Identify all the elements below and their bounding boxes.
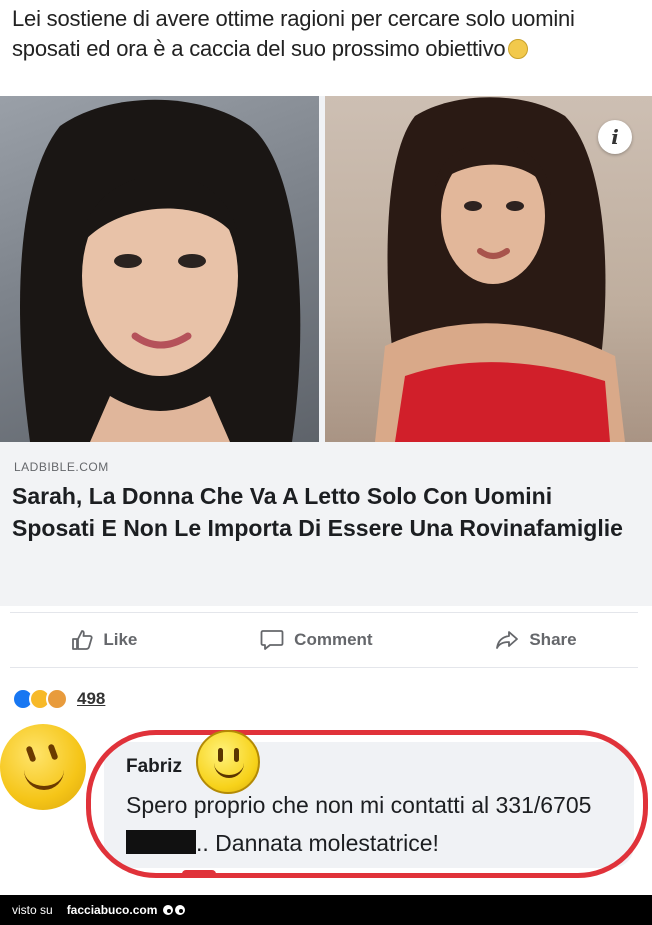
comment-text-before: Spero proprio che non mi contatti al 331… [126, 792, 592, 818]
avatar-eye-right [47, 743, 59, 761]
comment-button[interactable]: Comment [260, 629, 373, 651]
commenter-avatar[interactable] [0, 724, 86, 810]
comment-text: Spero proprio che non mi contatti al 331… [126, 786, 626, 862]
link-preview-images: i [0, 96, 652, 442]
post-text: Lei sostiene di avere ottime ragioni per… [12, 4, 642, 64]
eye-left-icon [163, 905, 174, 915]
share-arrow-icon [496, 631, 519, 649]
comment-text-after: .. Dannata molestatrice! [196, 830, 439, 856]
link-preview-card[interactable]: i LADBIBLE.COM Sarah, La Donna Che Va A … [0, 96, 652, 606]
preview-photo-right: i [325, 96, 652, 442]
avatar-eye-left [25, 745, 37, 763]
post-caption: Lei sostiene di avere ottime ragioni per… [12, 6, 575, 61]
share-button[interactable]: Share [495, 629, 577, 651]
eye-right-icon [175, 905, 186, 915]
link-domain: LADBIBLE.COM [14, 460, 109, 474]
smiley-sticker-icon [196, 730, 260, 794]
avatar-mouth [24, 768, 64, 790]
link-meta[interactable]: LADBIBLE.COM Sarah, La Donna Che Va A Le… [0, 442, 652, 606]
footer-site: facciabuco.com [66, 903, 158, 917]
woman-portrait-left-image [20, 99, 301, 442]
post-actions-bar: Like Comment Share [10, 612, 638, 668]
comment-bubble-icon [260, 630, 284, 650]
wow-reaction-icon [46, 688, 68, 710]
red-underline-mark [182, 870, 216, 878]
comment-author[interactable]: Fabriz [126, 756, 182, 778]
info-icon[interactable]: i [598, 120, 632, 154]
preview-photo-left [0, 96, 320, 442]
sticker-mouth [214, 762, 244, 778]
comment-label: Comment [294, 630, 373, 649]
sticker-eye-right [234, 748, 239, 762]
share-label: Share [529, 630, 577, 649]
link-title[interactable]: Sarah, La Donna Che Va A Letto Solo Con … [12, 480, 632, 544]
footer-prefix: visto su [12, 903, 53, 917]
reactions-summary[interactable]: 498 [12, 688, 105, 710]
reaction-count[interactable]: 498 [77, 689, 105, 709]
thumbs-up-icon [72, 630, 93, 650]
like-label: Like [103, 630, 138, 649]
sticker-eye-left [218, 748, 223, 762]
watermark-footer: visto su facciabuco.com [0, 895, 652, 925]
redaction-bar [126, 830, 196, 854]
eyes-logo-icon [163, 905, 186, 915]
grin-emoji-icon [508, 39, 529, 59]
like-button[interactable]: Like [71, 629, 137, 651]
